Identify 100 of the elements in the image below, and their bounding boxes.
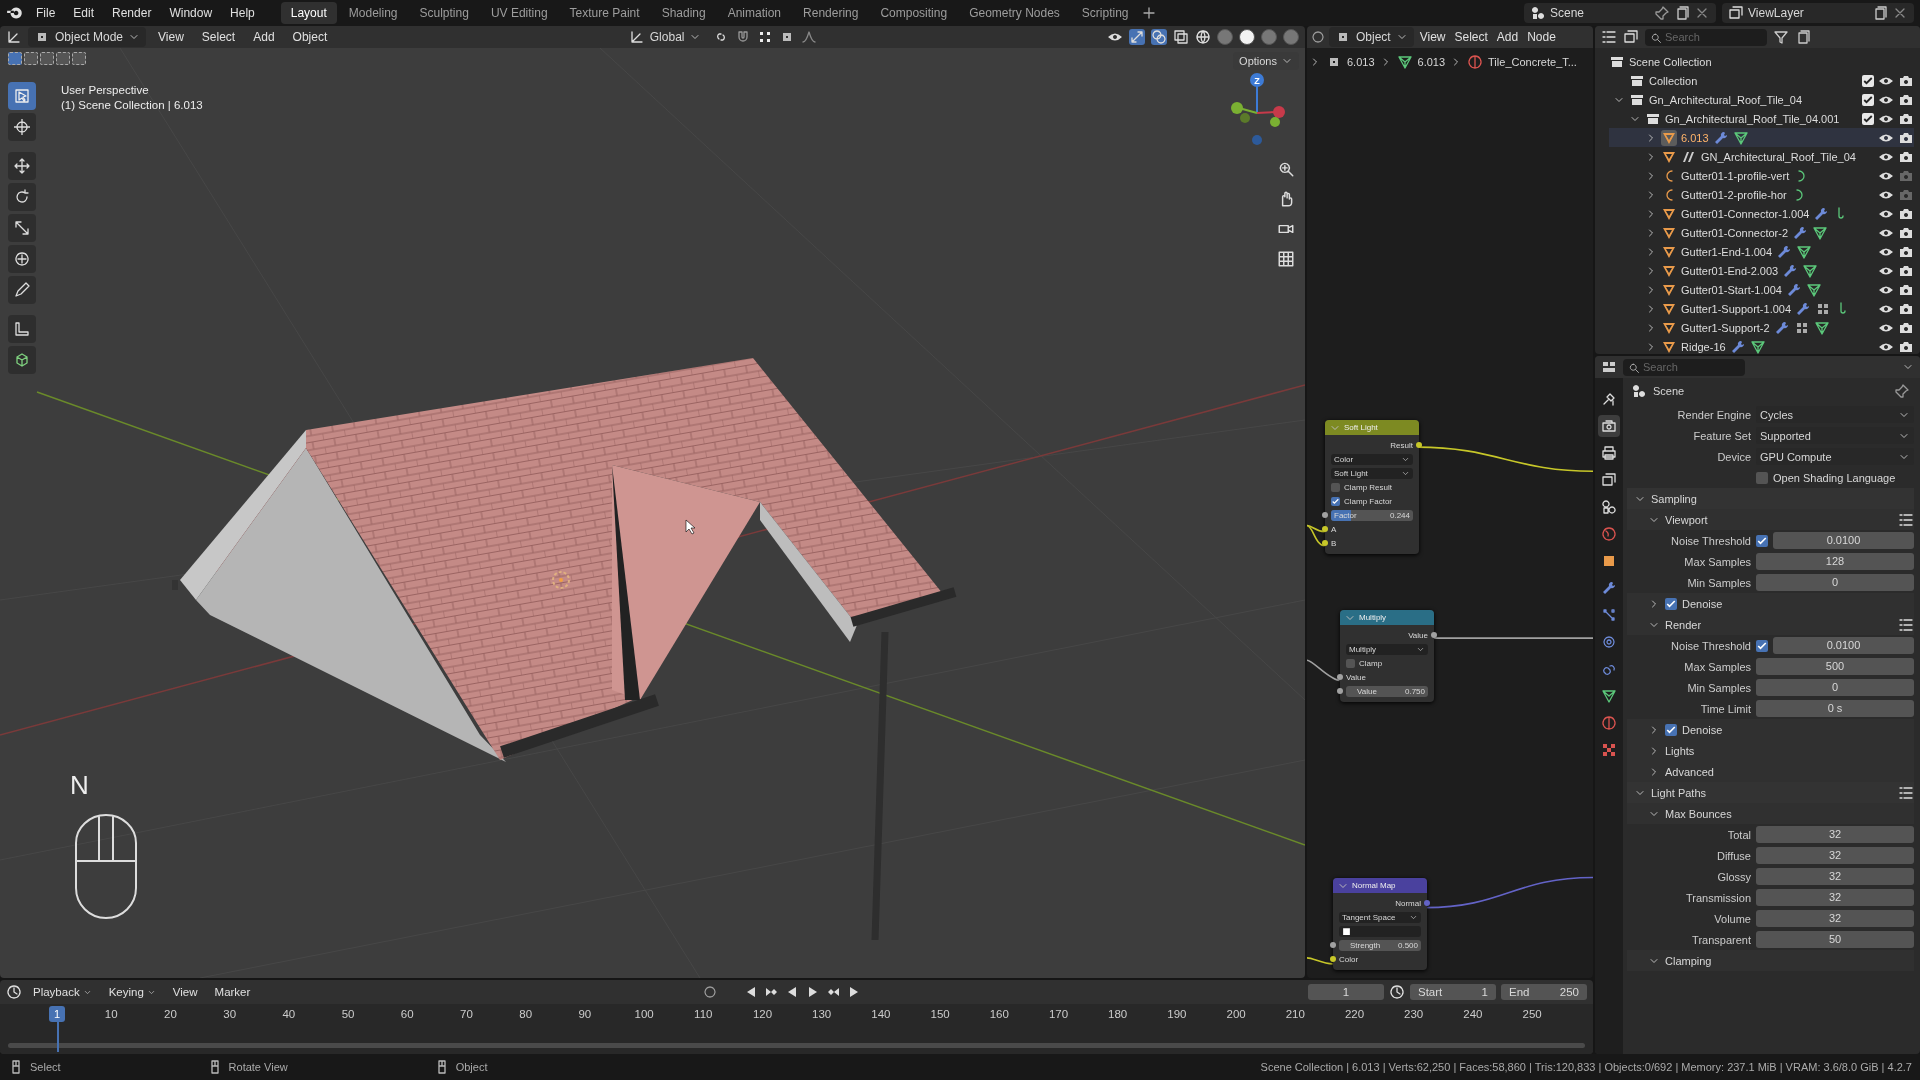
value-field[interactable]: Strength 0.500 (1339, 939, 1421, 951)
view-layer-selector[interactable]: ViewLayer (1722, 3, 1914, 23)
tree-item[interactable]: Gutter01-2-profile-hor (1681, 188, 1787, 201)
menu-item[interactable]: Node (1524, 28, 1559, 46)
menu-item[interactable]: Select (1451, 28, 1491, 46)
node-dropdown[interactable]: Soft Light (1331, 467, 1413, 479)
menu-item[interactable]: Object (286, 28, 334, 46)
menu-item[interactable]: Window (163, 4, 219, 22)
tree-item[interactable]: Gutter01-1-profile-vert (1681, 169, 1790, 182)
number-field[interactable]: 32 (1756, 889, 1914, 906)
tree-item[interactable]: Gutter1-Support-2 (1681, 321, 1770, 334)
menu-item[interactable]: File (30, 4, 62, 22)
breadcrumb-item[interactable]: 6.013 (1417, 56, 1446, 68)
scene-selector[interactable]: Scene (1524, 3, 1716, 23)
number-field[interactable]: 32 (1756, 847, 1914, 864)
end-frame-field[interactable]: End 250 (1501, 984, 1587, 1000)
tree-item[interactable]: 6.013 (1681, 131, 1709, 144)
workspace-tab[interactable]: Rendering (793, 2, 869, 24)
number-field[interactable]: 50 (1756, 931, 1914, 948)
number-field[interactable]: 0 (1756, 574, 1914, 591)
node-title: Normal Map (1352, 881, 1396, 890)
menu-item[interactable]: Add (247, 28, 281, 46)
number-field[interactable]: 0 s (1756, 700, 1914, 717)
shader-node[interactable]: Normal Map Normal Tangent Space Strength 0.500 Color (1333, 878, 1427, 970)
menu-item[interactable]: View (1416, 28, 1449, 46)
panel-header[interactable]: Max Bounces (1665, 807, 1732, 820)
number-field[interactable]: 32 (1756, 910, 1914, 927)
breadcrumb-item[interactable]: Tile_Concrete_T... (1488, 56, 1577, 68)
menu-item[interactable]: Playback (27, 984, 98, 1000)
tree-item[interactable]: Gutter01-Start-1.004 (1681, 283, 1782, 296)
tree-item[interactable]: Ridge-16 (1681, 340, 1726, 353)
panel-header[interactable]: Light Paths (1651, 786, 1707, 799)
panel-header[interactable]: Viewport (1665, 513, 1708, 526)
panel-header[interactable]: Advanced (1665, 765, 1714, 778)
workspace-tab[interactable]: Texture Paint (559, 2, 650, 24)
panel-header[interactable]: Lights (1665, 744, 1695, 757)
number-field[interactable]: 0.0100 (1773, 532, 1914, 549)
tree-item[interactable]: GN_Architectural_Roof_Tile_04 (1701, 150, 1856, 163)
menu-item[interactable]: Edit (67, 4, 101, 22)
panel-header[interactable]: Clamping (1665, 954, 1712, 967)
tree-item[interactable]: Gutter01-Connector-2 (1681, 226, 1788, 239)
value-field[interactable]: Value 0.750 (1346, 685, 1428, 697)
workspace-tab[interactable]: Shading (651, 2, 716, 24)
node-dropdown[interactable]: Color (1331, 453, 1413, 465)
orientation-dropdown[interactable]: Global (622, 27, 708, 47)
playhead-frame-badge[interactable]: 1 (49, 1006, 65, 1022)
tree-item[interactable]: Gn_Architectural_Roof_Tile_04 (1649, 93, 1803, 106)
dropdown-field[interactable]: Cycles (1756, 406, 1914, 423)
current-frame-field[interactable]: 1 (1308, 984, 1384, 1000)
shader-node[interactable]: Multiply Value Multiply Clamp Value Value 0.750 (1340, 610, 1434, 702)
menu-item[interactable]: Add (1493, 28, 1522, 46)
tree-item[interactable]: Gutter01-End-2.003 (1681, 264, 1779, 277)
search-field[interactable]: Search (1623, 358, 1745, 376)
field-label: Min Samples (1686, 681, 1751, 694)
workspace-tab[interactable]: Geometry Nodes (959, 2, 1070, 24)
tree-item[interactable]: Gn_Architectural_Roof_Tile_04.001 (1665, 112, 1840, 125)
node-header[interactable]: Multiply (1340, 610, 1434, 625)
tree-item[interactable]: Scene Collection (1629, 55, 1712, 68)
workspace-tab[interactable]: Sculpting (409, 2, 479, 24)
options-dropdown[interactable]: Options (1233, 52, 1299, 70)
start-frame-field[interactable]: Start 1 (1410, 984, 1496, 1000)
panel-header[interactable]: Denoise (1682, 723, 1723, 736)
number-field[interactable]: 32 (1756, 868, 1914, 885)
number-field[interactable]: 500 (1756, 658, 1914, 675)
menu-item[interactable]: Marker (208, 984, 257, 1000)
node-header[interactable]: Normal Map (1333, 878, 1427, 893)
number-field[interactable]: 128 (1756, 553, 1914, 570)
number-field[interactable]: 0.0100 (1773, 637, 1914, 654)
object-dropdown[interactable]: Object (1329, 27, 1414, 47)
menu-item[interactable]: Render (106, 4, 158, 22)
menu-item[interactable]: Keying (102, 984, 162, 1000)
panel-header[interactable]: Sampling (1651, 492, 1697, 505)
tree-item[interactable]: Gutter1-Support-1.004 (1681, 302, 1792, 315)
breadcrumb-item[interactable]: 6.013 (1347, 56, 1375, 68)
workspace-tab[interactable]: Scripting (1071, 2, 1139, 24)
menu-item[interactable]: Select (195, 28, 242, 46)
dropdown-field[interactable]: Supported (1756, 427, 1914, 444)
workspace-tab[interactable]: Layout (280, 2, 337, 24)
node-header[interactable]: Soft Light (1325, 420, 1419, 435)
panel-header[interactable]: Render (1665, 618, 1702, 631)
dropdown-field[interactable]: GPU Compute (1756, 448, 1914, 465)
tree-item[interactable]: Gutter01-Connector-1.004 (1681, 207, 1810, 220)
number-field[interactable]: 32 (1756, 826, 1914, 843)
workspace-tab[interactable]: Compositing (870, 2, 958, 24)
panel-header[interactable]: Denoise (1682, 597, 1723, 610)
node-dropdown[interactable]: Tangent Space (1339, 911, 1421, 923)
node-dropdown[interactable]: Multiply (1346, 643, 1428, 655)
mode-dropdown[interactable]: Object Mode (28, 27, 147, 47)
search-field[interactable]: Search (1645, 28, 1767, 46)
tree-item[interactable]: Gutter1-End-1.004 (1681, 245, 1773, 258)
tree-item[interactable]: Collection (1649, 74, 1698, 87)
workspace-tab[interactable]: UV Editing (480, 2, 558, 24)
workspace-tab[interactable]: Modeling (338, 2, 408, 24)
checkbox-label: Clamp Factor (1344, 496, 1392, 506)
menu-item[interactable]: View (152, 28, 190, 46)
workspace-tab[interactable]: Animation (717, 2, 792, 24)
menu-item[interactable]: View (166, 984, 204, 1000)
frame-number: 250 (1522, 1008, 1542, 1020)
menu-item[interactable]: Help (224, 4, 261, 22)
number-field[interactable]: 0 (1756, 679, 1914, 696)
